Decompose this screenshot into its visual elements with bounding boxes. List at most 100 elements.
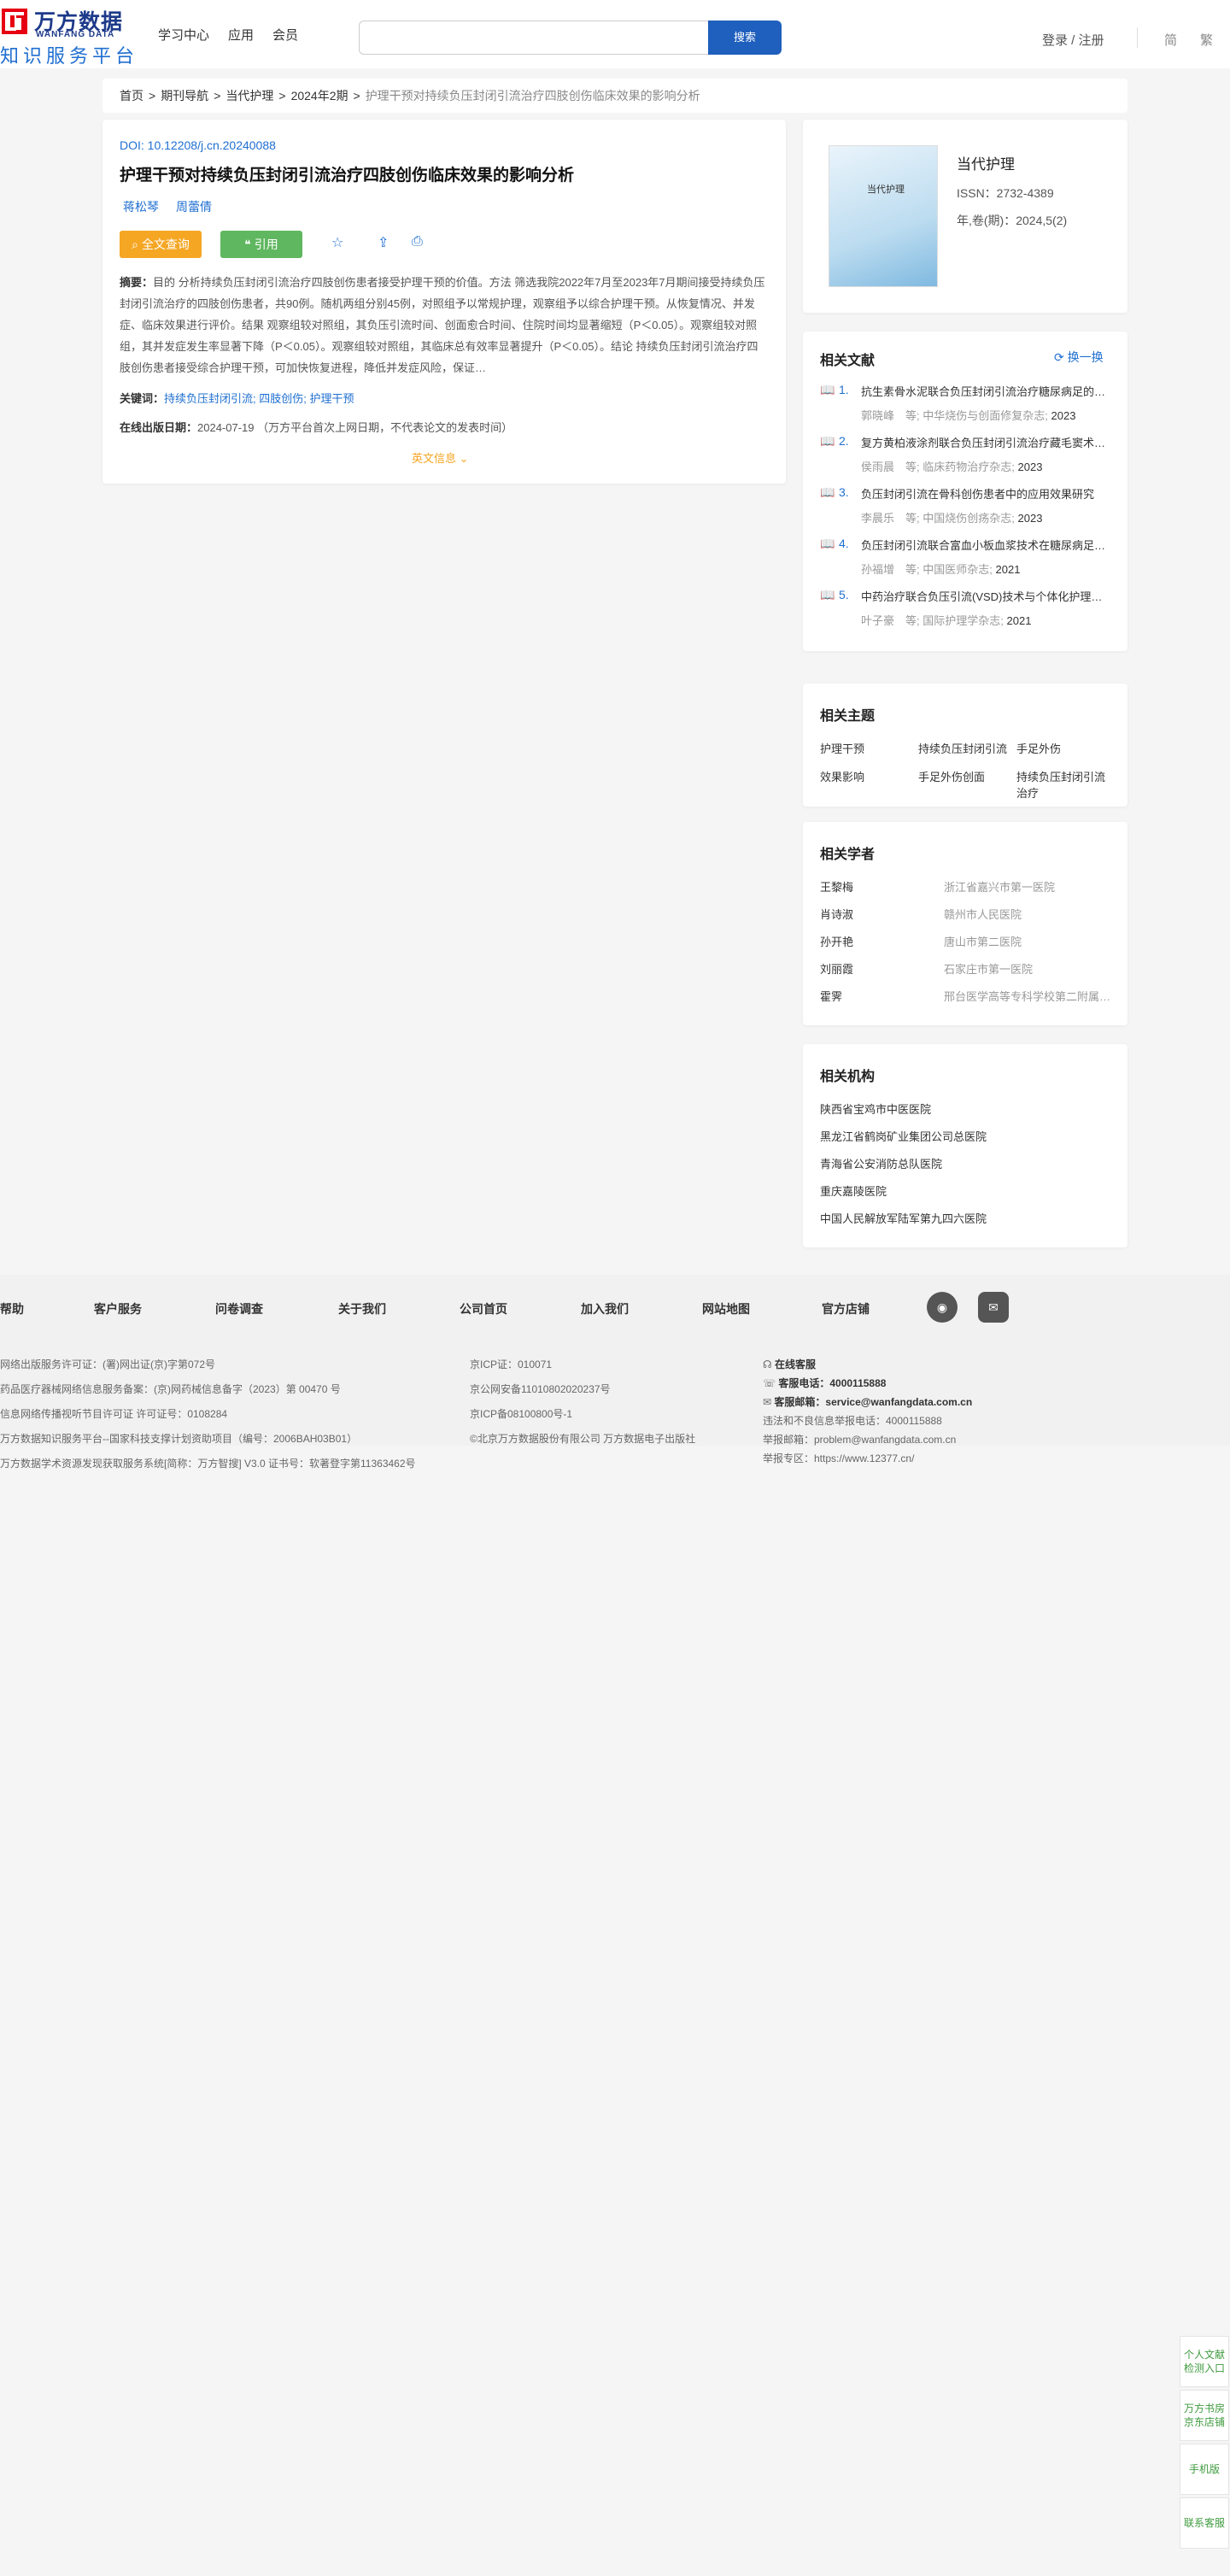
footer-license: 药品医疗器械网络信息服务备案：(京)网药械信息备字（2023）第 00470 号 — [0, 1383, 341, 1395]
refresh-button[interactable]: ⟳ 换一换 — [1054, 349, 1104, 366]
related-link[interactable]: 负压封闭引流在骨科创伤患者中的应用效果研究 — [861, 485, 1109, 502]
footer-link-store[interactable]: 官方店铺 — [822, 1300, 870, 1317]
footer-link-about[interactable]: 关于我们 — [338, 1300, 386, 1317]
article-card: DOI: 10.12208/j.cn.20240088 护理干预对持续负压封闭引… — [102, 120, 786, 484]
favorite-star-icon[interactable]: ☆ — [331, 234, 343, 251]
scholar-name[interactable]: 刘丽霞 — [820, 960, 853, 977]
related-journal: 中国医师杂志 — [922, 563, 990, 576]
float-doc-check[interactable]: 个人文献检测入口 — [1180, 2336, 1229, 2387]
footer-link-survey[interactable]: 问卷调查 — [215, 1300, 263, 1317]
scholar-org[interactable]: 邢台医学高等专科学校第二附属医院 — [944, 988, 1115, 1004]
journal-issn: ISSN：2732-4389 — [957, 186, 1054, 200]
related-meta: 侯雨晨 等; 临床药物治疗杂志; 2023 — [861, 461, 1043, 473]
journal-cover[interactable]: 当代护理 — [829, 145, 938, 287]
related-link[interactable]: 中药治疗联合负压引流(VSD)技术与个体化护理的应用 — [861, 588, 1109, 604]
pub-date-value: 2024-07-19 — [197, 421, 255, 434]
login-register-link[interactable]: 登录 / 注册 — [1042, 31, 1104, 49]
search-input[interactable] — [359, 21, 709, 55]
item-number: 5. — [839, 588, 849, 601]
related-journal: 国际护理学杂志 — [922, 614, 1001, 627]
journal-card: 当代护理 当代护理 ISSN：2732-4389 年,卷(期)：2024,5(2… — [803, 120, 1128, 313]
breadcrumb-current: 护理干预对持续负压封闭引流治疗四肢创伤临床效果的影响分析 — [365, 89, 700, 103]
scholar-name[interactable]: 霍霁 — [820, 988, 842, 1004]
related-link[interactable]: 复方黄柏液涂剂联合负压封闭引流治疗藏毛窦术后创面的临床观察 — [861, 434, 1109, 450]
scholar-org[interactable]: 石家庄市第一医院 — [944, 960, 1115, 977]
scholar-org[interactable]: 浙江省嘉兴市第一医院 — [944, 878, 1115, 895]
org-link[interactable]: 中国人民解放军陆军第九四六医院 — [820, 1210, 987, 1226]
doi: DOI: 10.12208/j.cn.20240088 — [120, 138, 276, 152]
org-link[interactable]: 青海省公安消防总队医院 — [820, 1155, 942, 1171]
related-literature-card: 相关文献 ⟳ 换一换 📖 1. 抗生素骨水泥联合负压封闭引流治疗糖尿病足的临床效… — [803, 332, 1128, 651]
scholar-org[interactable]: 唐山市第二医院 — [944, 933, 1115, 949]
english-info-toggle[interactable]: 英文信息 ⌄ — [412, 449, 469, 466]
org-link[interactable]: 陕西省宝鸡市中医医院 — [820, 1100, 931, 1117]
share-icon[interactable]: ⇪ — [378, 234, 389, 251]
related-link[interactable]: 抗生素骨水泥联合负压封闭引流治疗糖尿病足的临床效果分析 — [861, 383, 1109, 399]
chevron-down-icon: ⌄ — [459, 452, 469, 465]
pub-date-label: 在线出版日期： — [120, 421, 198, 434]
topic-link[interactable]: 持续负压封闭引流 — [918, 740, 1016, 756]
footer-link-help[interactable]: 帮助 — [0, 1300, 24, 1317]
logo-mark-icon — [2, 9, 27, 34]
related-year: 2021 — [995, 563, 1021, 576]
scholar-name[interactable]: 王黎梅 — [820, 878, 853, 895]
breadcrumb-journal[interactable]: 当代护理 — [226, 87, 273, 104]
publish-date: 在线出版日期：2024-07-19 （万方平台首次上网日期，不代表论文的发表时间… — [120, 419, 512, 435]
topic-link[interactable]: 手足外伤 — [1016, 740, 1115, 756]
scholar-name[interactable]: 孙开艳 — [820, 933, 853, 949]
scholar-org[interactable]: 赣州市人民医院 — [944, 906, 1115, 922]
author-link[interactable]: 周蕾倩 — [176, 198, 212, 215]
logo-subtitle: 知识服务平台 — [0, 45, 139, 67]
keywords: 关键词：持续负压封闭引流; 四肢创伤; 护理干预 — [120, 390, 354, 406]
topic-link[interactable]: 效果影响 — [820, 768, 918, 801]
related-year: 2021 — [1006, 614, 1032, 627]
topic-link[interactable]: 护理干预 — [820, 740, 918, 756]
full-text-button[interactable]: ⌕ 全文查询 — [120, 231, 202, 258]
item-number: 2. — [839, 434, 849, 448]
nav-apps[interactable]: 应用 — [228, 26, 254, 44]
breadcrumb-home[interactable]: 首页 — [120, 87, 144, 104]
related-orgs-card: 相关机构 陕西省宝鸡市中医医院 黑龙江省鹤岗矿业集团公司总医院 青海省公安消防总… — [803, 1044, 1128, 1247]
topic-link[interactable]: 持续负压封闭引流治疗 — [1016, 768, 1115, 801]
topic-link[interactable]: 手足外伤创面 — [918, 768, 1016, 801]
footer-link-service[interactable]: 客户服务 — [94, 1300, 142, 1317]
keywords-links[interactable]: 持续负压封闭引流; 四肢创伤; 护理干预 — [164, 392, 354, 405]
online-service[interactable]: ☊ 在线客服 — [763, 1357, 816, 1371]
related-journal: 中华烧伤与创面修复杂志 — [922, 409, 1046, 422]
nav-membership[interactable]: 会员 — [272, 26, 298, 44]
float-contact[interactable]: 联系客服 — [1180, 2497, 1229, 2549]
footer-link-sitemap[interactable]: 网站地图 — [702, 1300, 750, 1317]
abstract-label: 摘要： — [120, 276, 154, 289]
scholar-name[interactable]: 肖诗淑 — [820, 906, 853, 922]
search-button[interactable]: 搜索 — [708, 21, 782, 55]
float-mobile[interactable]: 手机版 — [1180, 2444, 1229, 2495]
lang-simplified[interactable]: 简 — [1164, 31, 1177, 49]
org-link[interactable]: 黑龙江省鹤岗矿业集团公司总医院 — [820, 1128, 987, 1144]
print-icon[interactable]: ⎙ — [412, 234, 423, 249]
lang-traditional[interactable]: 繁 — [1200, 31, 1213, 49]
breadcrumb-separator: > — [278, 89, 286, 103]
wanfang-logo[interactable]: 万方数据 WANFANG DATA 知识服务平台 — [0, 5, 137, 67]
float-jd-store[interactable]: 万方书房京东店铺 — [1180, 2390, 1229, 2441]
footer-link-join[interactable]: 加入我们 — [581, 1300, 629, 1317]
mail-icon: ✉ — [763, 1396, 775, 1408]
doi-link[interactable]: 10.12208/j.cn.20240088 — [148, 138, 276, 152]
nav-learning-center[interactable]: 学习中心 — [158, 26, 209, 44]
footer-link-company[interactable]: 公司首页 — [460, 1300, 507, 1317]
journal-name[interactable]: 当代护理 — [957, 152, 1015, 173]
report-site[interactable]: 举报专区：https://www.12377.cn/ — [763, 1451, 914, 1465]
book-icon: 📖 — [820, 537, 835, 550]
header-divider — [1137, 27, 1138, 48]
weibo-icon[interactable]: ◉ — [927, 1292, 958, 1323]
wechat-icon[interactable]: ✉ — [978, 1292, 1009, 1323]
related-link[interactable]: 负压封闭引流联合富血小板血浆技术在糖尿病足中的应用 — [861, 537, 1109, 553]
org-link[interactable]: 重庆嘉陵医院 — [820, 1182, 887, 1199]
breadcrumb-journal-nav[interactable]: 期刊导航 — [161, 87, 208, 104]
related-meta: 郭晓峰 等; 中华烧伤与创面修复杂志; 2023 — [861, 409, 1076, 422]
book-icon: 📖 — [820, 383, 835, 396]
breadcrumb-issue[interactable]: 2024年2期 — [291, 87, 348, 104]
related-meta: 李晨乐 等; 中国烧伤创疡杂志; 2023 — [861, 512, 1043, 525]
author-link[interactable]: 蒋松琴 — [123, 198, 159, 215]
cite-button[interactable]: ❝ 引用 — [220, 231, 302, 258]
cite-label: 引用 — [254, 238, 278, 251]
